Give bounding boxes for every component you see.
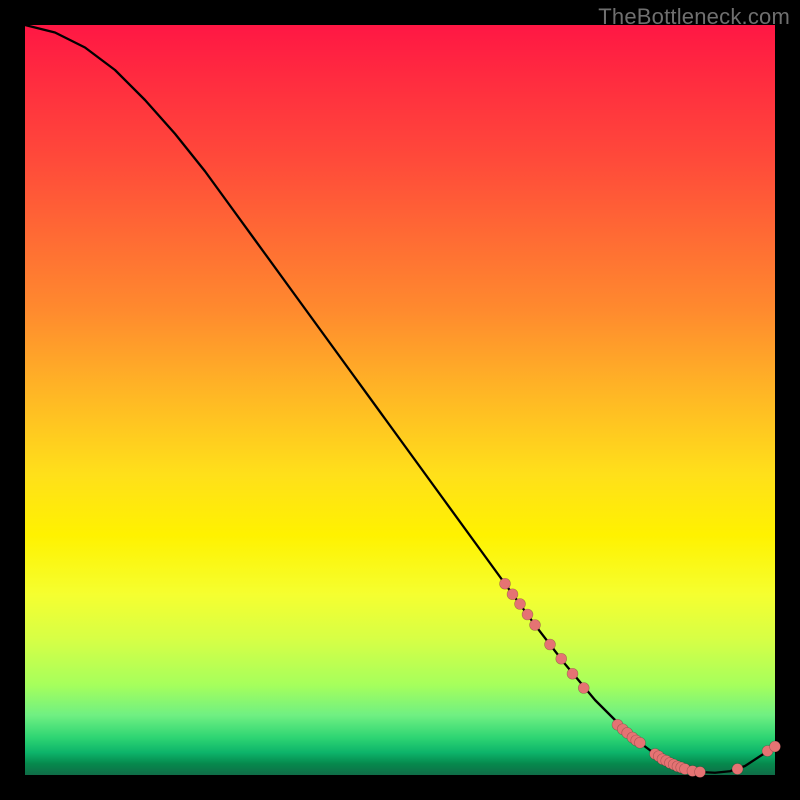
marker-dots: [500, 578, 781, 777]
marker-dot: [500, 578, 511, 589]
marker-dot: [732, 764, 743, 775]
marker-dot: [567, 668, 578, 679]
chart-frame: TheBottleneck.com: [0, 0, 800, 800]
marker-dot: [522, 609, 533, 620]
marker-dot: [515, 599, 526, 610]
marker-dot: [556, 653, 567, 664]
marker-dot: [578, 683, 589, 694]
marker-dot: [530, 620, 541, 631]
marker-dot: [635, 737, 646, 748]
marker-dot: [695, 767, 706, 778]
marker-dot: [507, 589, 518, 600]
plot-area: [25, 25, 775, 775]
marker-dot: [545, 639, 556, 650]
chart-svg: [25, 25, 775, 775]
bottleneck-curve: [25, 25, 775, 773]
marker-dot: [770, 741, 781, 752]
